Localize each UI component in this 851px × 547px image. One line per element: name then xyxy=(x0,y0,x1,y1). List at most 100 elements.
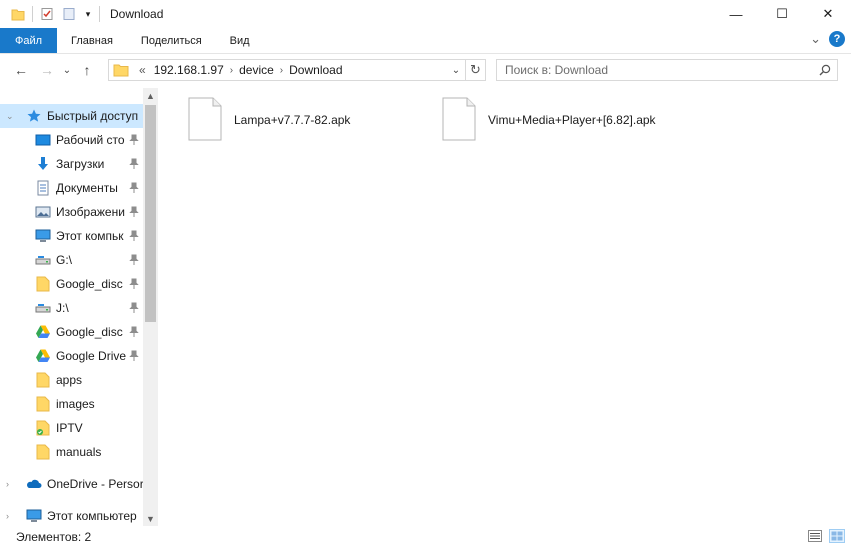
expand-ribbon-chevron-icon[interactable]: ⌄ xyxy=(810,31,821,47)
computer-icon xyxy=(35,228,51,244)
nav-item-label: images xyxy=(56,397,95,411)
breadcrumb-item[interactable]: Download xyxy=(285,63,346,77)
pin-icon[interactable] xyxy=(129,206,139,218)
nav-item-this-pc[interactable]: › Этот компьютер xyxy=(0,504,143,526)
window-controls: — ☐ ✕ xyxy=(713,0,851,28)
folder-icon xyxy=(35,276,51,292)
breadcrumb-item[interactable]: 192.168.1.97 xyxy=(150,63,228,77)
forward-button[interactable]: → xyxy=(34,58,60,82)
nav-item-apps[interactable]: apps xyxy=(0,368,143,392)
nav-item-onedrive[interactable]: › OneDrive - Persor xyxy=(0,472,143,496)
customize-toolbar-chevron-icon[interactable]: ▾ xyxy=(83,6,93,22)
details-view-icon[interactable] xyxy=(807,529,823,543)
nav-item-downloads[interactable]: Загрузки xyxy=(0,152,143,176)
back-button[interactable]: ← xyxy=(8,58,34,82)
nav-item-label: Быстрый доступ xyxy=(47,109,139,123)
quick-access-toolbar: ▾ xyxy=(0,0,106,28)
folder-sync-icon xyxy=(35,420,51,436)
address-row: ← → ⌄ ↑ « 192.168.1.97 › device › Downlo… xyxy=(0,54,851,86)
nav-item-label: IPTV xyxy=(56,421,83,435)
new-folder-icon[interactable] xyxy=(61,6,77,22)
pin-icon[interactable] xyxy=(129,230,139,242)
nav-item-label: Google_disc xyxy=(56,277,123,291)
pin-icon[interactable] xyxy=(129,350,139,362)
navigation-tree: ⌄ Быстрый доступ Рабочий сто Загрузки До… xyxy=(0,88,143,526)
pin-icon[interactable] xyxy=(129,254,139,266)
nav-item-this-pc-pinned[interactable]: Этот компьк xyxy=(0,224,143,248)
expander-open-icon[interactable]: ⌄ xyxy=(6,111,16,122)
nav-item-label: OneDrive - Persor xyxy=(47,477,143,491)
scroll-thumb[interactable] xyxy=(145,105,156,322)
pictures-icon xyxy=(35,204,51,220)
maximize-button[interactable]: ☐ xyxy=(759,0,805,28)
search-input[interactable]: Поиск в: Download xyxy=(496,59,838,81)
toolbar-separator xyxy=(32,6,33,22)
pin-icon[interactable] xyxy=(129,302,139,314)
nav-gap xyxy=(0,464,143,472)
breadcrumb-overflow[interactable]: « xyxy=(135,63,150,77)
recent-locations-chevron-icon[interactable]: ⌄ xyxy=(60,58,74,82)
nav-item-label: J:\ xyxy=(56,301,69,315)
nav-item-label: Изображени xyxy=(56,205,125,219)
tab-home[interactable]: Главная xyxy=(57,28,127,53)
nav-item-google-drive[interactable]: Google Drive xyxy=(0,344,143,368)
close-button[interactable]: ✕ xyxy=(805,0,851,28)
title-bar: ▾ Download — ☐ ✕ xyxy=(0,0,851,28)
tab-view[interactable]: Вид xyxy=(216,28,264,53)
breadcrumb-separator-icon[interactable]: › xyxy=(228,65,235,76)
help-icon[interactable]: ? xyxy=(829,31,845,47)
computer-icon xyxy=(26,508,42,524)
nav-scrollbar[interactable]: ▲ ▼ xyxy=(143,88,158,526)
nav-item-drive-g[interactable]: G:\ xyxy=(0,248,143,272)
pin-icon[interactable] xyxy=(129,182,139,194)
file-item[interactable]: Lampa+v7.7.7-82.apk xyxy=(188,97,350,141)
nav-item-pictures[interactable]: Изображени xyxy=(0,200,143,224)
expander-icon[interactable]: › xyxy=(6,479,16,489)
ribbon-tabs: Файл Главная Поделиться Вид ⌄ ? xyxy=(0,28,851,54)
nav-item-desktop[interactable]: Рабочий сто xyxy=(0,128,143,152)
refresh-button[interactable]: ↻ xyxy=(466,59,486,81)
pin-icon[interactable] xyxy=(129,158,139,170)
document-icon xyxy=(35,180,51,196)
nav-item-google-disc-folder[interactable]: Google_disc xyxy=(0,272,143,296)
nav-item-images[interactable]: images xyxy=(0,392,143,416)
minimize-button[interactable]: — xyxy=(713,0,759,28)
pin-icon[interactable] xyxy=(129,134,139,146)
scroll-up-icon[interactable]: ▲ xyxy=(143,88,158,103)
breadcrumb-item[interactable]: device xyxy=(235,63,278,77)
up-button[interactable]: ↑ xyxy=(74,58,100,82)
breadcrumb-separator-icon[interactable]: › xyxy=(278,65,285,76)
large-icons-view-icon[interactable] xyxy=(829,529,845,543)
properties-icon[interactable] xyxy=(39,6,55,22)
nav-item-google-disc-drive[interactable]: Google_disc xyxy=(0,320,143,344)
window-title: Download xyxy=(110,7,164,21)
network-drive-icon xyxy=(35,252,51,268)
folder-icon xyxy=(35,372,51,388)
address-bar[interactable]: « 192.168.1.97 › device › Download ⌄ xyxy=(108,59,466,81)
scroll-down-icon[interactable]: ▼ xyxy=(143,511,158,526)
nav-item-documents[interactable]: Документы xyxy=(0,176,143,200)
nav-item-iptv[interactable]: IPTV xyxy=(0,416,143,440)
status-bar: Элементов: 2 xyxy=(0,526,851,547)
folder-icon[interactable] xyxy=(10,6,26,22)
address-dropdown-chevron-icon[interactable]: ⌄ xyxy=(449,63,463,77)
nav-item-quick-access[interactable]: ⌄ Быстрый доступ xyxy=(0,104,143,128)
nav-item-label: Этот компьк xyxy=(56,229,124,243)
tab-share[interactable]: Поделиться xyxy=(127,28,216,53)
expander-icon[interactable]: › xyxy=(6,511,16,521)
nav-item-label: Google_disc xyxy=(56,325,123,339)
pin-icon[interactable] xyxy=(129,326,139,338)
tab-file[interactable]: Файл xyxy=(0,28,58,53)
search-icon[interactable] xyxy=(819,64,831,76)
nav-item-label: apps xyxy=(56,373,83,387)
nav-item-drive-j[interactable]: J:\ xyxy=(0,296,143,320)
file-name: Vimu+Media+Player+[6.82].apk xyxy=(488,113,656,127)
pin-icon[interactable] xyxy=(129,278,139,290)
nav-item-manuals[interactable]: manuals xyxy=(0,440,143,464)
file-item[interactable]: Vimu+Media+Player+[6.82].apk xyxy=(442,97,656,141)
nav-gap xyxy=(0,496,143,504)
file-list: Lampa+v7.7.7-82.apk Vimu+Media+Player+[6… xyxy=(158,88,851,526)
desktop-icon xyxy=(35,132,51,148)
nav-item-label: Документы xyxy=(56,181,118,195)
navigation-pane: ⌄ Быстрый доступ Рабочий сто Загрузки До… xyxy=(0,88,158,526)
